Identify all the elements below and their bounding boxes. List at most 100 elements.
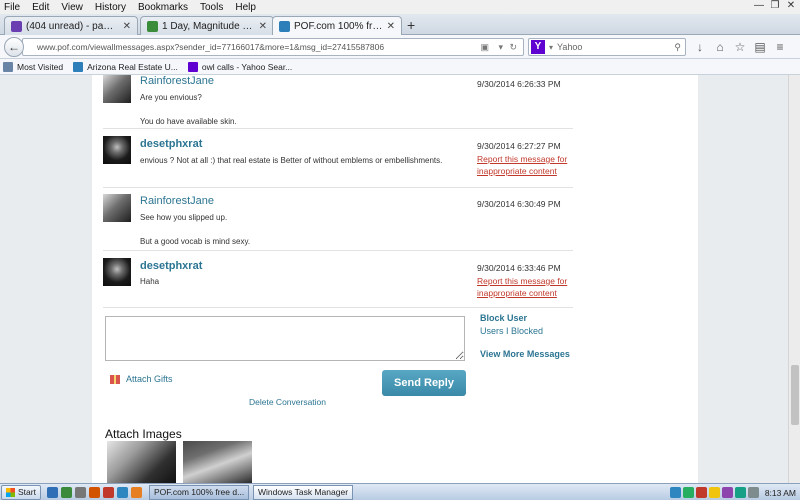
block-user-link[interactable]: Block User bbox=[480, 313, 527, 323]
site-favicon-icon bbox=[73, 61, 84, 72]
yahoo-logo-icon[interactable]: Y bbox=[531, 40, 545, 54]
url-text: www.pof.com/viewallmessages.aspx?sender_… bbox=[37, 42, 385, 52]
ie-icon[interactable] bbox=[46, 486, 58, 498]
search-bar[interactable]: Y ▾ Yahoo ⚲ bbox=[528, 38, 686, 56]
tray-icon[interactable] bbox=[669, 487, 681, 498]
tab-label: POF.com 100% free dating site bbox=[294, 21, 383, 32]
taskbar: Start POF.com 100% free d... Windows Tas… bbox=[0, 483, 800, 500]
tray-icon[interactable] bbox=[682, 487, 694, 498]
vertical-scrollbar[interactable] bbox=[788, 75, 800, 483]
app-icon[interactable] bbox=[74, 486, 86, 498]
app-icon[interactable] bbox=[116, 486, 128, 498]
avatar[interactable] bbox=[103, 194, 131, 222]
sender-name[interactable]: RainforestJane bbox=[140, 195, 214, 207]
delete-conversation-link[interactable]: Delete Conversation bbox=[249, 397, 326, 407]
tray-icon[interactable] bbox=[695, 487, 707, 498]
search-icon[interactable]: ⚲ bbox=[674, 42, 681, 53]
search-placeholder: Yahoo bbox=[557, 42, 583, 52]
tray-icon[interactable] bbox=[734, 487, 746, 498]
menu-view[interactable]: View bbox=[61, 2, 83, 13]
bookmark-arizona-real-estate[interactable]: Arizona Real Estate U... bbox=[73, 61, 178, 72]
tab-close-icon[interactable]: ✕ bbox=[387, 21, 395, 32]
tab-earthquakes[interactable]: 1 Day, Magnitude 2.5+ World... ✕ bbox=[140, 16, 274, 35]
volume-icon[interactable] bbox=[747, 487, 759, 498]
url-bar[interactable]: www.pof.com/viewallmessages.aspx?sender_… bbox=[22, 38, 524, 56]
menu-icon[interactable]: ≡ bbox=[770, 39, 790, 55]
message-text: You do have available skin. bbox=[140, 117, 237, 126]
sender-name[interactable]: desetphxrat bbox=[140, 260, 202, 272]
bookmarks-bar: Most Visited Arizona Real Estate U... ow… bbox=[0, 59, 800, 75]
library-icon[interactable]: ▤ bbox=[750, 39, 770, 55]
message-time: 9/30/2014 6:27:27 PM bbox=[477, 141, 561, 151]
app-icon[interactable] bbox=[130, 486, 142, 498]
minimize-button[interactable]: — bbox=[752, 0, 766, 12]
message-time: 9/30/2014 6:30:49 PM bbox=[477, 199, 561, 209]
menu-bookmarks[interactable]: Bookmarks bbox=[138, 2, 188, 13]
report-message-link[interactable]: Report this message for inappropriate co… bbox=[477, 153, 567, 177]
report-message-link[interactable]: Report this message for inappropriate co… bbox=[477, 275, 567, 299]
engine-dropdown-icon[interactable]: ▾ bbox=[549, 43, 553, 52]
menu-history[interactable]: History bbox=[95, 2, 126, 13]
users-blocked-link[interactable]: Users I Blocked bbox=[480, 326, 543, 336]
avatar[interactable] bbox=[103, 75, 131, 103]
menu-edit[interactable]: Edit bbox=[32, 2, 49, 13]
navigation-bar: www.pof.com/viewallmessages.aspx?sender_… bbox=[0, 35, 800, 59]
attach-images-heading: Attach Images bbox=[105, 427, 182, 441]
avatar[interactable] bbox=[103, 136, 131, 164]
firefox-icon[interactable] bbox=[88, 486, 100, 498]
tray-icon[interactable] bbox=[708, 487, 720, 498]
message-text: Are you envious? bbox=[140, 93, 202, 102]
message-item: desetphxrat Haha 9/30/2014 6:33:46 PM Re… bbox=[103, 252, 573, 308]
attached-image-thumbnail[interactable] bbox=[107, 441, 176, 483]
taskbar-item-task-manager[interactable]: Windows Task Manager bbox=[252, 484, 353, 500]
dropdown-icon[interactable]: ▾ bbox=[498, 42, 503, 53]
scrollbar-thumb[interactable] bbox=[791, 365, 799, 425]
new-tab-button[interactable]: + bbox=[407, 17, 415, 33]
message-item: desetphxrat envious ? Not at all :) that… bbox=[103, 130, 573, 188]
bookmark-label: Arizona Real Estate U... bbox=[87, 61, 178, 72]
avatar[interactable] bbox=[103, 258, 131, 286]
bookmark-most-visited[interactable]: Most Visited bbox=[3, 61, 63, 72]
taskbar-item-firefox[interactable]: POF.com 100% free d... bbox=[148, 484, 249, 500]
sender-name[interactable]: desetphxrat bbox=[140, 138, 202, 150]
windows-logo-icon bbox=[6, 487, 15, 497]
page-info-icon[interactable]: ▣ bbox=[480, 42, 489, 53]
tab-pof[interactable]: POF.com 100% free dating site ✕ bbox=[272, 16, 402, 36]
folder-icon bbox=[3, 61, 13, 72]
gift-icon bbox=[110, 374, 120, 384]
bookmark-owl-calls[interactable]: owl calls - Yahoo Sear... bbox=[187, 61, 292, 72]
menu-tools[interactable]: Tools bbox=[200, 2, 223, 13]
earthquake-favicon-icon bbox=[147, 20, 158, 32]
menu-bar: File Edit View History Bookmarks Tools H… bbox=[0, 0, 800, 14]
yahoo-favicon-icon bbox=[187, 61, 198, 72]
tab-close-icon[interactable]: ✕ bbox=[259, 21, 267, 32]
bookmark-star-icon[interactable]: ☆ bbox=[730, 39, 750, 55]
app-icon[interactable] bbox=[102, 486, 114, 498]
report-link-line: inappropriate content bbox=[477, 166, 557, 176]
report-link-line: Report this message for bbox=[477, 276, 568, 286]
view-more-messages-link[interactable]: View More Messages bbox=[480, 349, 570, 359]
message-text: Haha bbox=[140, 277, 160, 286]
downloads-icon[interactable]: ↓ bbox=[690, 39, 710, 55]
attached-image-thumbnail[interactable] bbox=[183, 441, 252, 483]
menu-help[interactable]: Help bbox=[235, 2, 256, 13]
tab-strip: (404 unread) - paularoseimag... ✕ 1 Day,… bbox=[0, 14, 800, 36]
message-text: See how you slipped up. bbox=[140, 213, 228, 222]
restore-button[interactable]: ❐ bbox=[768, 0, 782, 12]
back-button[interactable]: ← bbox=[4, 37, 24, 57]
menu-file[interactable]: File bbox=[4, 2, 20, 13]
home-icon[interactable]: ⌂ bbox=[710, 39, 730, 55]
reload-icon[interactable]: ↻ bbox=[509, 42, 517, 53]
attach-gifts-link[interactable]: Attach Gifts bbox=[110, 374, 173, 384]
sender-name[interactable]: RainforestJane bbox=[140, 75, 214, 87]
reply-textarea[interactable] bbox=[105, 316, 465, 361]
tab-mail[interactable]: (404 unread) - paularoseimag... ✕ bbox=[4, 16, 138, 35]
tab-close-icon[interactable]: ✕ bbox=[123, 21, 131, 32]
app-icon[interactable] bbox=[60, 486, 72, 498]
window-close-button[interactable]: ✕ bbox=[784, 0, 798, 12]
start-button[interactable]: Start bbox=[1, 484, 41, 500]
mail-favicon-icon bbox=[11, 20, 22, 32]
message-item: RainforestJane Are you envious? You do h… bbox=[103, 75, 573, 129]
send-reply-button[interactable]: Send Reply bbox=[382, 370, 466, 396]
tray-icon[interactable] bbox=[721, 487, 733, 498]
